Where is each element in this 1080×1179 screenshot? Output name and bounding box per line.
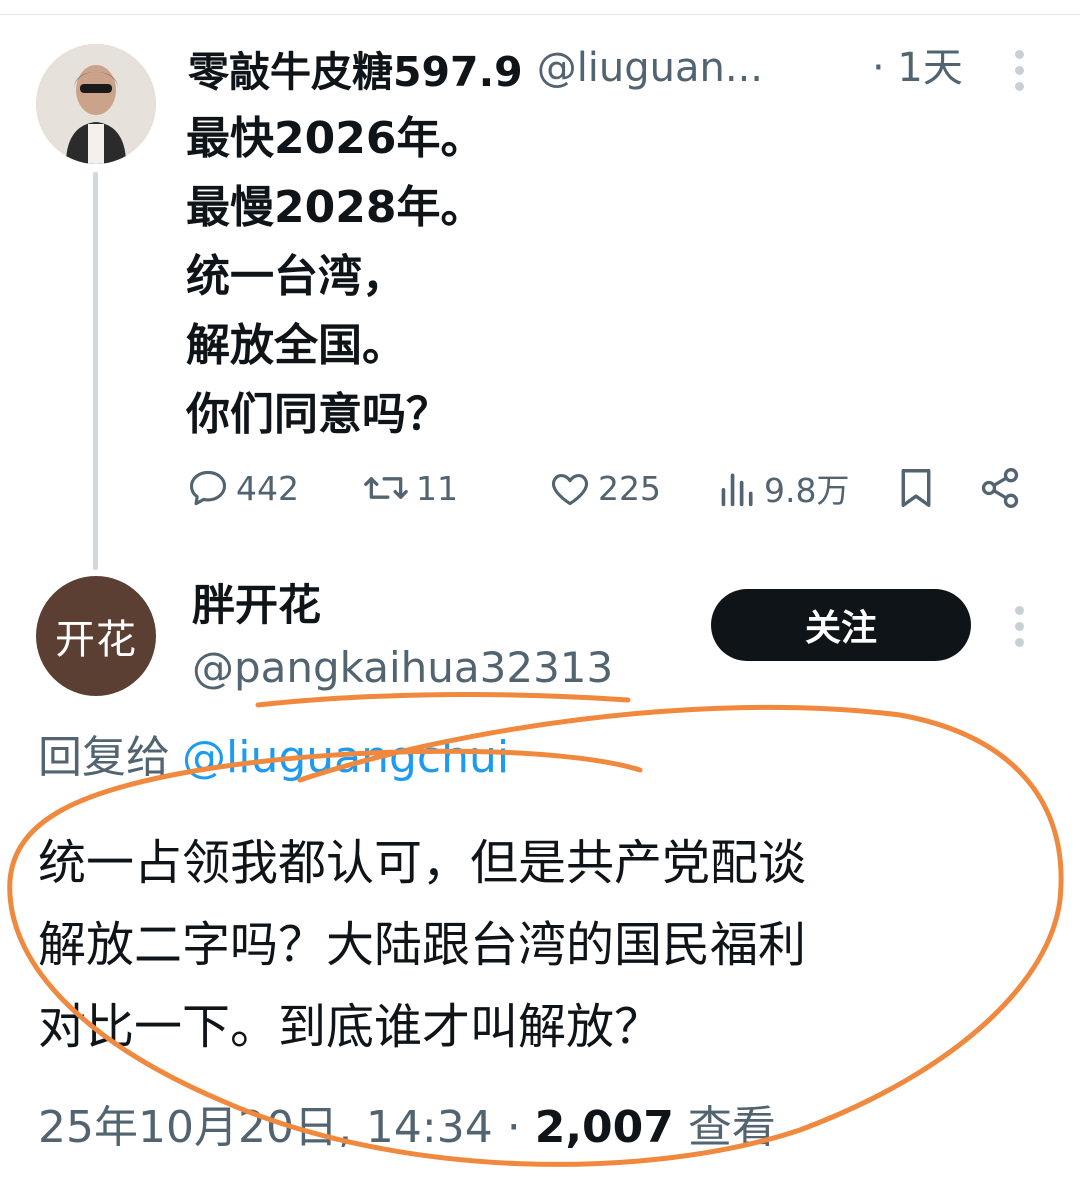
share-icon	[981, 468, 1019, 508]
thread-connector	[93, 172, 98, 570]
bookmark-action[interactable]	[896, 460, 936, 516]
retweet-icon	[364, 477, 408, 499]
reply-action[interactable]: 442	[186, 460, 299, 516]
retweet-action[interactable]: 11	[362, 460, 458, 516]
bookmark-icon	[901, 469, 931, 507]
top-divider	[0, 0, 1080, 15]
reply-to-line: 回复给 @liuguangchui	[38, 728, 509, 788]
reply-text-line: 统一占领我都认可，但是共产党配谈	[38, 835, 807, 891]
reply-icon	[189, 470, 227, 506]
tweet-text-line: 你们同意吗？	[186, 389, 450, 440]
parent-tweet-text: 最快2026年。 最慢2028年。 统一台湾， 解放全国。 你们同意吗？	[186, 104, 484, 449]
reply-to-label: 回复给	[38, 732, 170, 783]
parent-more-icon[interactable]	[1014, 50, 1024, 91]
views-icon	[721, 473, 753, 507]
retweet-count: 11	[416, 468, 458, 508]
avatar-text: 开花	[55, 617, 137, 663]
like-action[interactable]: 225	[548, 460, 661, 516]
reply-more-icon[interactable]	[1014, 606, 1024, 647]
reply-text-line: 解放二字吗？大陆跟台湾的国民福利	[38, 917, 807, 973]
reply-display-name[interactable]: 胖开花	[192, 576, 321, 636]
share-action[interactable]	[978, 460, 1022, 516]
like-count: 225	[598, 468, 661, 508]
avatar-photo	[36, 44, 156, 164]
reply-count: 442	[236, 468, 299, 508]
reply-meta-line: 25年10月20日, 14:34 · 2,007 查看	[38, 1096, 776, 1160]
tweet-text-line: 解放全国。	[186, 320, 406, 371]
tweet-text-line: 最慢2028年。	[186, 182, 485, 233]
reply-views-count: 2,007	[534, 1102, 674, 1153]
reply-tweet-text: 统一占领我都认可，但是共产党配谈 解放二字吗？大陆跟台湾的国民福利 对比一下。到…	[38, 822, 806, 1068]
views-action[interactable]: 9.8万	[718, 460, 849, 516]
parent-timestamp[interactable]: · 1天	[872, 38, 963, 98]
tweet-text-line: 最快2026年。	[186, 113, 485, 164]
avatar-liuguangchui[interactable]	[36, 44, 156, 164]
follow-button[interactable]: 关注	[711, 589, 971, 661]
avatar-pangkaihua[interactable]: 开花	[36, 576, 156, 696]
tweet-action-bar: 442 11 225 9.8万	[186, 460, 1026, 516]
reply-datetime[interactable]: 25年10月20日, 14:34 ·	[38, 1102, 535, 1153]
views-count: 9.8万	[764, 471, 850, 510]
reply-views-label: 查看	[673, 1102, 776, 1153]
tweet-text-line: 统一台湾，	[186, 251, 406, 302]
reply-handle[interactable]: @pangkaihua32313	[192, 640, 613, 696]
reply-to-mention[interactable]: @liuguangchui	[182, 732, 509, 783]
like-icon	[551, 473, 589, 506]
reply-text-line: 对比一下。到底谁才叫解放？	[38, 999, 663, 1055]
parent-author-line: 零敲牛皮糖597.9 @liuguan...	[188, 38, 763, 98]
parent-handle[interactable]: @liuguan...	[537, 45, 763, 91]
parent-display-name[interactable]: 零敲牛皮糖597.9	[188, 38, 523, 98]
